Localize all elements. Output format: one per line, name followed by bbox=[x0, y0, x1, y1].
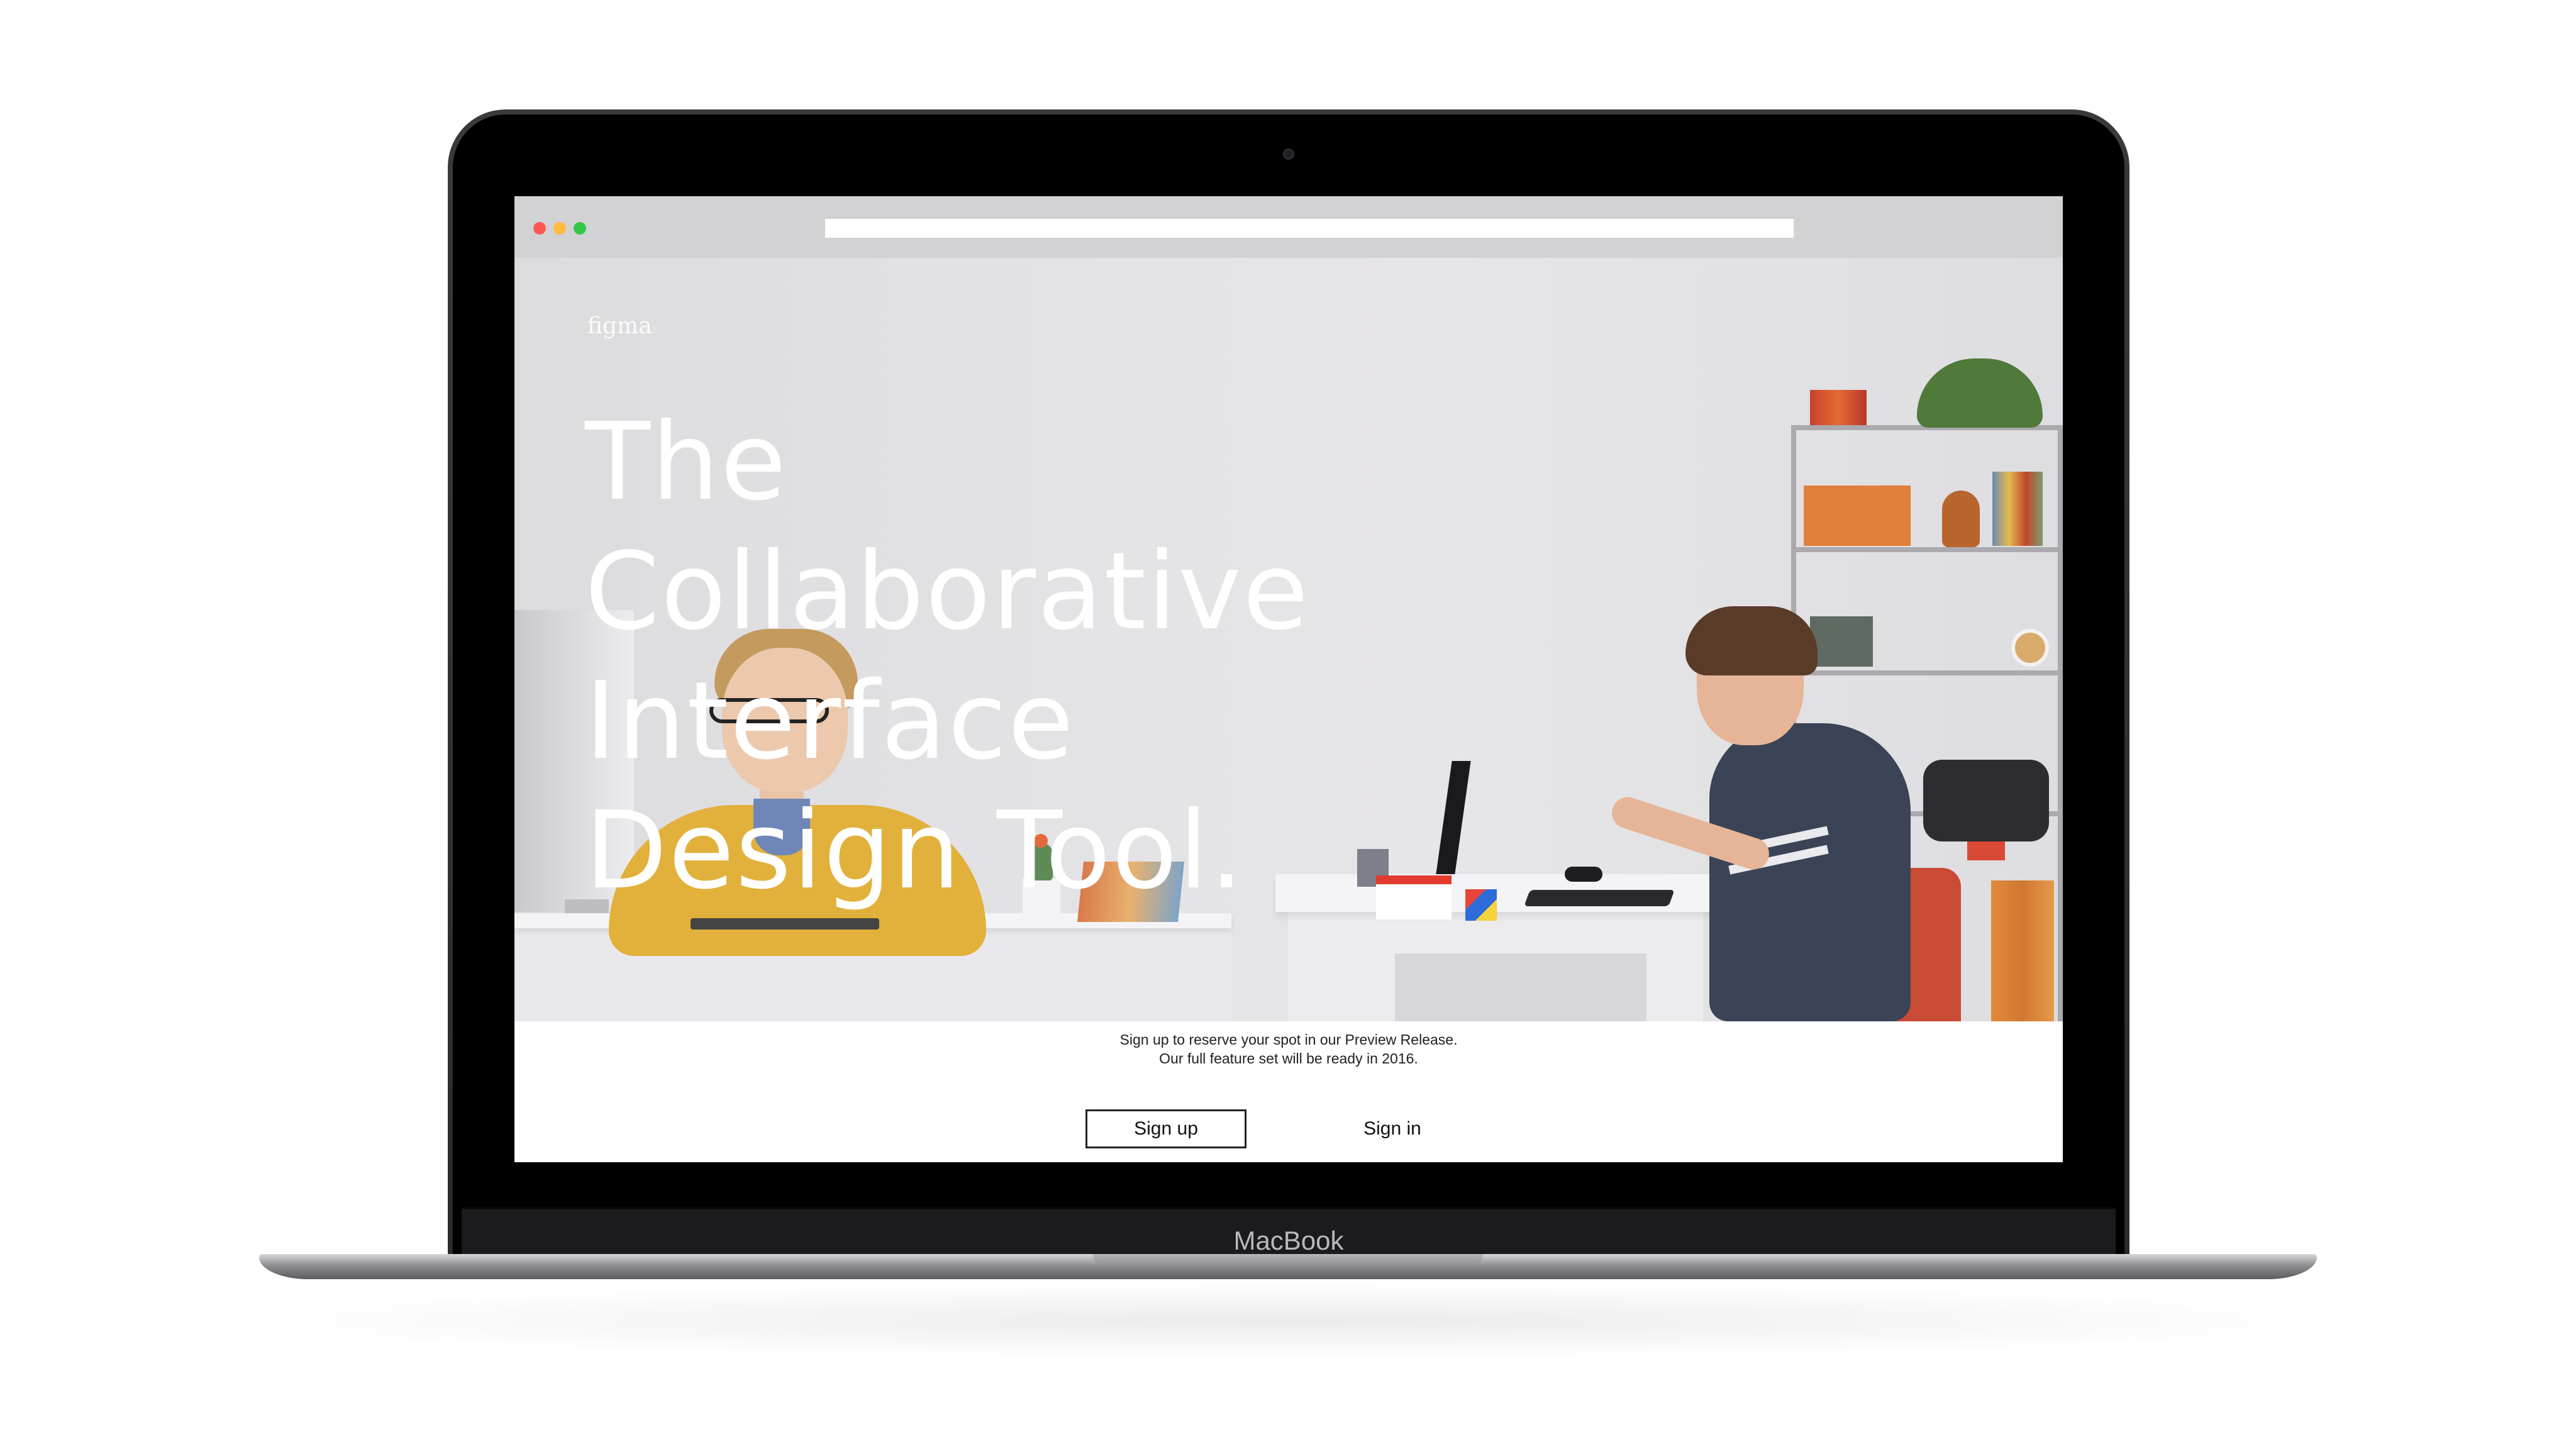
books bbox=[1991, 880, 2054, 1021]
device-shadow bbox=[189, 1283, 2390, 1358]
desk-calendar bbox=[1376, 875, 1452, 919]
webcam bbox=[1283, 148, 1294, 160]
hero-section: figma The Collaborative Interface Design… bbox=[514, 258, 2063, 1021]
drawer bbox=[1395, 953, 1646, 1021]
sign-up-button[interactable]: Sign up bbox=[1085, 1109, 1246, 1148]
vases bbox=[1810, 390, 1867, 425]
shelf bbox=[1791, 547, 2063, 552]
plant bbox=[1917, 358, 2043, 428]
headline-line: Collaborative bbox=[585, 530, 1310, 654]
lid-notch bbox=[1093, 1254, 1483, 1267]
brand-label: MacBook bbox=[1233, 1226, 1344, 1255]
shelf bbox=[1791, 670, 2063, 675]
camera-object bbox=[1810, 616, 1873, 667]
tv-stand bbox=[1967, 841, 2005, 860]
orange-box bbox=[1804, 486, 1911, 546]
headline-line: Interface bbox=[585, 659, 1075, 784]
retro-tv bbox=[1923, 760, 2049, 841]
rubiks-cube bbox=[1465, 889, 1497, 921]
close-window-button[interactable] bbox=[533, 222, 546, 235]
minimize-window-button[interactable] bbox=[553, 222, 566, 235]
mouse bbox=[1565, 867, 1602, 882]
maximize-window-button[interactable] bbox=[574, 222, 586, 235]
person-hair bbox=[1685, 606, 1818, 675]
headline-line: Design Tool. bbox=[585, 789, 1245, 913]
figma-logo[interactable]: figma bbox=[587, 313, 652, 339]
books bbox=[1992, 472, 2043, 546]
sign-in-link[interactable]: Sign in bbox=[1342, 1109, 1443, 1148]
headline-line: The bbox=[585, 400, 788, 525]
clock bbox=[2011, 629, 2049, 667]
hero-headline: The Collaborative Interface Design Tool. bbox=[585, 397, 1309, 916]
monitor bbox=[1436, 761, 1471, 874]
address-bar[interactable] bbox=[825, 219, 1794, 238]
cta-description: Sign up to reserve your spot in our Prev… bbox=[1119, 1031, 1458, 1048]
vase bbox=[1942, 491, 1980, 547]
drawing-tablet bbox=[691, 918, 879, 930]
cta-description: Our full feature set will be ready in 20… bbox=[1159, 1050, 1418, 1067]
keyboard bbox=[1524, 890, 1675, 906]
browser-toolbar bbox=[514, 196, 2063, 258]
browser-window: figma The Collaborative Interface Design… bbox=[514, 196, 2063, 1162]
